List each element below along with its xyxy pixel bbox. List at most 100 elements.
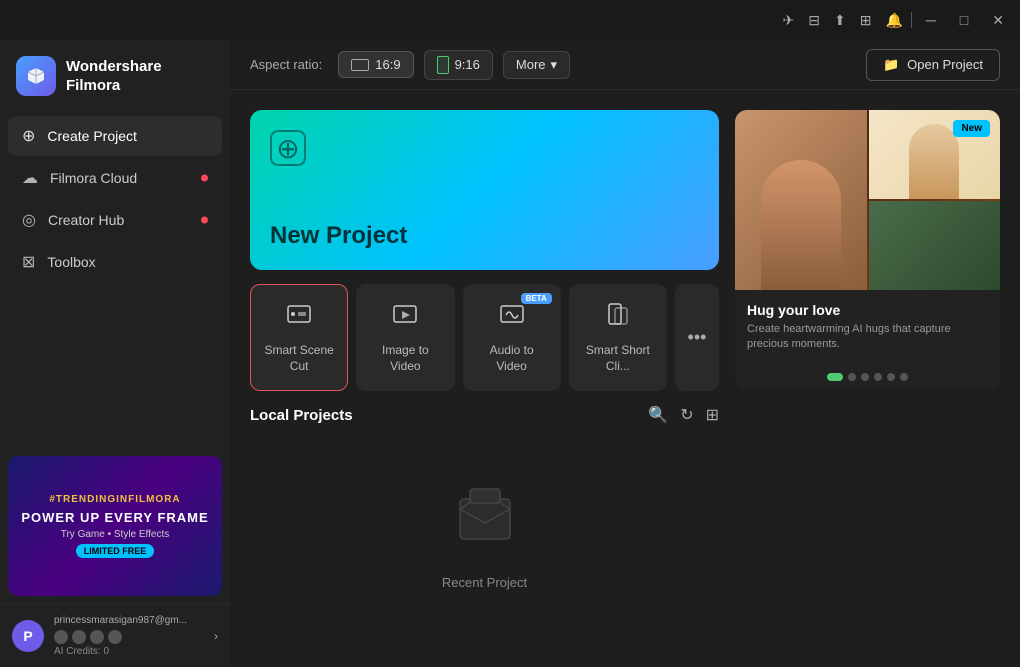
upload-icon[interactable]: ⬆ [834,12,846,29]
sidebar-item-toolbox[interactable]: ⊠ Toolbox [8,242,222,282]
empty-box-icon [445,479,525,563]
section-actions: 🔍 ↻ ⊞ [648,405,719,425]
title-bar-divider [911,12,912,28]
chevron-down-icon: ▾ [551,57,558,73]
creator-hub-icon: ◎ [22,210,36,230]
tools-more-button[interactable]: ••• [675,284,719,391]
open-project-label: Open Project [907,57,983,72]
user-social-icons [54,630,204,644]
carousel-dot-6[interactable] [900,373,908,381]
content-area: ⊕ New Project Smart Scene Cut [230,90,1020,667]
tool-audio-to-video[interactable]: BETA Audio to Video [463,284,561,391]
window-controls: ─ □ ✕ [920,10,1010,31]
section-header: Local Projects 🔍 ↻ ⊞ [250,405,719,425]
carousel-dot-3[interactable] [861,373,869,381]
sidebar-banner[interactable]: #TRENDINGINFILMORA POWER UP EVERY FRAME … [8,456,222,596]
open-project-button[interactable]: 📁 Open Project [866,49,1000,81]
screen-icon[interactable]: ⊟ [808,12,820,29]
close-button[interactable]: ✕ [986,10,1010,31]
banner-subtitle: Try Game • Style Effects [61,529,170,540]
local-projects-title: Local Projects [250,407,353,424]
toolbar: Aspect ratio: 16:9 9:16 More ▾ 📁 Open Pr… [230,40,1020,90]
minimize-button[interactable]: ─ [920,10,942,30]
right-panel: New Hug your love Create heartwarming AI… [735,110,1000,647]
notification-dot [201,175,208,182]
banner-badge: LIMITED FREE [76,544,155,558]
bell-icon[interactable]: 🔔 [885,12,902,29]
empty-label: Recent Project [442,575,527,590]
featured-info: Hug your love Create heartwarming AI hug… [735,290,1000,365]
smart-scene-cut-label: Smart Scene Cut [261,343,337,374]
create-project-icon: ⊕ [22,126,35,146]
app-body: Wondershare Filmora ⊕ Create Project ☁ F… [0,40,1020,667]
user-credits: AI Credits: 0 [54,646,204,657]
title-bar-icons: ✈ ⊟ ⬆ ⊞ 🔔 [783,12,903,29]
empty-projects-area: Recent Project [250,439,719,630]
banner-title: POWER UP EVERY FRAME [21,510,208,526]
new-badge: New [953,120,990,137]
maximize-button[interactable]: □ [954,10,974,30]
sidebar-item-create-project[interactable]: ⊕ Create Project [8,116,222,156]
carousel-dot-5[interactable] [887,373,895,381]
main-content: Aspect ratio: 16:9 9:16 More ▾ 📁 Open Pr… [230,40,1020,667]
refresh-button[interactable]: ↻ [680,405,693,425]
featured-description: Create heartwarming AI hugs that capture… [747,322,988,353]
carousel-dot-1[interactable] [827,373,843,381]
image-to-video-icon [391,301,419,335]
featured-card[interactable]: New Hug your love Create heartwarming AI… [735,110,1000,389]
beta-badge: BETA [521,293,552,304]
banner-content: #TRENDINGINFILMORA POWER UP EVERY FRAME … [8,456,222,596]
title-bar: ✈ ⊟ ⬆ ⊞ 🔔 ─ □ ✕ [0,0,1020,40]
sidebar-item-creator-hub[interactable]: ◎ Creator Hub [8,200,222,240]
carousel-dots [735,365,1000,389]
tool-smart-scene-cut[interactable]: Smart Scene Cut [250,284,348,391]
tools-row: Smart Scene Cut Image to Video BETA [250,284,719,391]
tool-image-to-video[interactable]: Image to Video [356,284,454,391]
featured-image: New [735,110,1000,290]
photo-cell-main [735,110,867,290]
aspect-16x9-icon [351,59,369,71]
aspect-ratio-16x9-button[interactable]: 16:9 [338,51,413,78]
banner-hashtag: #TRENDINGINFILMORA [49,494,180,506]
person-silhouette [761,160,841,290]
new-project-label: New Project [270,222,407,250]
carousel-dot-4[interactable] [874,373,882,381]
notification-dot [201,217,208,224]
more-label: More [516,57,546,72]
sidebar-navigation: ⊕ Create Project ☁ Filmora Cloud ◎ Creat… [0,116,230,282]
photo-collage [735,110,1000,290]
photo-cell-bottom-right [869,201,1001,290]
more-button[interactable]: More ▾ [503,51,570,79]
carousel-dot-2[interactable] [848,373,856,381]
filmora-cloud-icon: ☁ [22,168,38,188]
aspect-9x16-label: 9:16 [455,57,480,72]
aspect-9x16-icon [437,56,449,74]
aspect-ratio-9x16-button[interactable]: 9:16 [424,50,493,80]
user-avatar: P [12,620,44,652]
app-logo-icon [16,56,56,96]
more-dots-icon: ••• [688,327,707,348]
child-silhouette [909,124,959,199]
search-button[interactable]: 🔍 [648,405,668,425]
sidebar-item-label: Creator Hub [48,212,124,228]
app-name: Wondershare Filmora [66,57,162,96]
tool-smart-short-clip[interactable]: Smart Short Cli... [569,284,667,391]
grid-icon[interactable]: ⊞ [860,12,872,29]
social-icon-3 [90,630,104,644]
audio-to-video-label: Audio to Video [474,343,550,374]
aspect-ratio-label: Aspect ratio: [250,57,322,72]
user-info: princessmarasigan987@gm... AI Credits: 0 [54,615,204,657]
sidebar-item-label: Create Project [47,128,136,144]
sidebar: Wondershare Filmora ⊕ Create Project ☁ F… [0,40,230,667]
user-expand-icon[interactable]: › [214,629,218,643]
aspect-16x9-label: 16:9 [375,57,400,72]
new-project-plus-icon: ⊕ [270,130,306,166]
user-profile[interactable]: P princessmarasigan987@gm... AI Credits:… [0,604,230,667]
new-project-card[interactable]: ⊕ New Project [250,110,719,270]
smart-short-clip-icon [604,301,632,335]
image-to-video-label: Image to Video [367,343,443,374]
share-icon[interactable]: ✈ [783,12,795,29]
sidebar-item-filmora-cloud[interactable]: ☁ Filmora Cloud [8,158,222,198]
view-toggle-button[interactable]: ⊞ [706,405,719,425]
social-icon-4 [108,630,122,644]
